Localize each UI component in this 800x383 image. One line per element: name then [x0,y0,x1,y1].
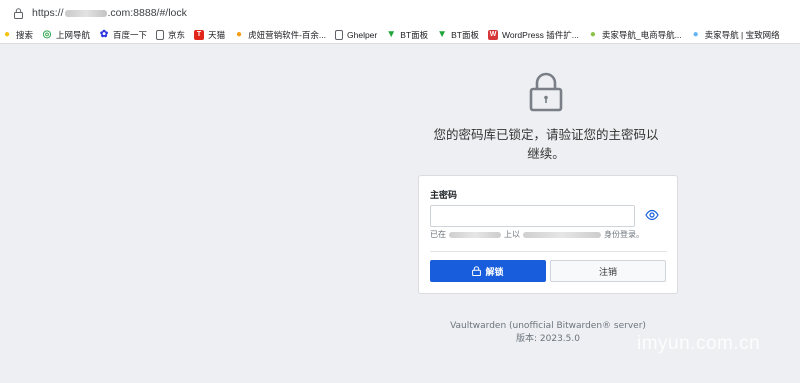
eye-icon[interactable] [645,209,659,221]
bookmark-label: WordPress 插件扩... [502,29,579,40]
logout-button[interactable]: 注销 [550,260,666,282]
bookmark-label: 百度一下 [113,29,148,40]
bookmark-label: 搜索 [16,29,34,40]
logout-label: 注销 [598,267,617,278]
bookmark-label: 卖家导航_电商导航... [601,29,682,40]
lock-icon[interactable] [10,7,26,19]
bookmark-item[interactable]: W WordPress 插件扩... [488,29,579,41]
redacted-email [523,231,601,238]
circle-icon: ● [3,29,11,40]
bookmark-item[interactable]: ▼ BT面板 [386,29,428,41]
bookmark-item[interactable]: T 天猫 [194,29,225,41]
bookmark-item[interactable]: ▼ BT面板 [437,29,479,41]
bookmark-label: BT面板 [451,29,479,40]
redacted-server [449,231,501,238]
url-suffix: .com:8888/#/lock [107,7,187,19]
bookmark-label: 京东 [168,29,186,40]
unlock-card: 主密码 已在 上以 身份登录。 解锁 注销 [418,175,678,294]
bookmark-label: 上网导航 [56,29,91,40]
url-text[interactable]: https:// .com:8888/#/lock [32,7,187,19]
divider [430,251,667,252]
bookmark-item[interactable]: ● 卖家导航 | 宝致网络 [691,29,780,41]
bookmark-item[interactable]: ● 搜索 [2,29,33,41]
bookmark-label: Ghelper [347,29,378,40]
bookmark-item[interactable]: 京东 [156,29,185,41]
circle-icon: ● [589,29,596,40]
unlock-button[interactable]: 解锁 [430,260,546,282]
footer-product: Vaultwarden (unofficial Bitwarden® serve… [450,321,646,331]
bookmark-item[interactable]: Ghelper [335,29,378,40]
baidu-icon: ✿ [99,29,109,40]
redacted-domain [64,9,107,17]
url-prefix: https:// [32,7,64,19]
master-password-input[interactable] [430,205,635,227]
bookmark-label: 天猫 [208,29,226,40]
bookmark-label: BT面板 [400,29,429,40]
tmall-icon: T [194,29,205,40]
bookmark-item[interactable]: ✿ 百度一下 [99,29,147,41]
login-suffix: 身份登录。 [604,230,644,239]
orange-icon: ● [236,29,243,40]
bookmark-label: 卖家导航 | 宝致网络 [704,29,780,40]
bookmarks-bar: ● 搜索 ◎ 上网导航 ✿ 百度一下 京东 T 天猫 ● 虎妞营销软件-百余... Ghelper ▼ B… [0,26,800,44]
login-prefix: 已在 [430,230,446,239]
logged-in-as-text: 已在 上以 身份登录。 [430,229,644,240]
bt-icon: ▼ [437,29,448,40]
page-icon [335,29,343,40]
unlock-label: 解锁 [485,267,504,278]
bookmark-item[interactable]: ● 卖家导航_电商导航... [588,29,682,41]
bt-icon: ▼ [386,29,397,40]
bookmark-item[interactable]: ● 虎妞营销软件-百余... [234,29,326,41]
main-content: 您的密码库已锁定，请验证您的主密码以继续。 主密码 已在 上以 身份登录。 解锁… [0,45,800,383]
vault-lock-icon [529,72,563,112]
globe-icon: ◎ [42,29,52,40]
bookmark-item[interactable]: ◎ 上网导航 [42,29,90,41]
unlock-icon [472,266,482,276]
bookmark-label: 虎妞营销软件-百余... [248,29,326,40]
watermark: imyun.com.cn [637,333,761,354]
master-password-label: 主密码 [430,191,458,201]
lock-message: 您的密码库已锁定，请验证您的主密码以继续。 [433,127,659,161]
page-icon [156,29,165,40]
address-bar[interactable]: https:// .com:8888/#/lock [0,0,800,26]
circle-icon: ● [692,29,699,40]
login-middle: 上以 [504,230,520,239]
wp-icon: W [488,29,498,40]
